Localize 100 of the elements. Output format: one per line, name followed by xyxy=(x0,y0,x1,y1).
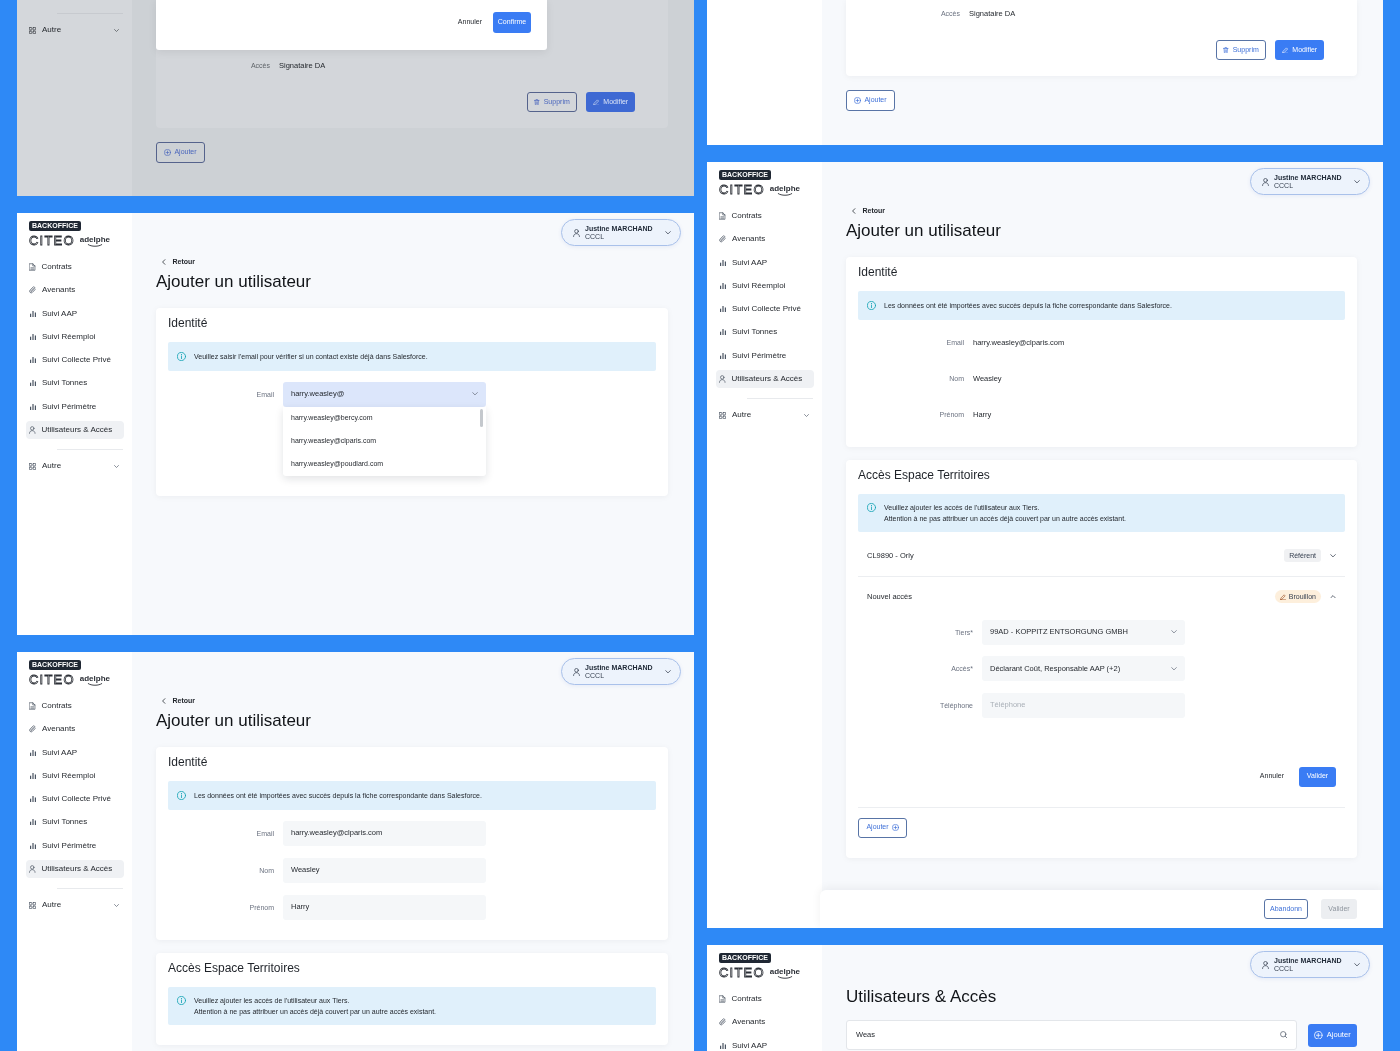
sidebar-item[interactable]: Suivi Collecte Privé xyxy=(26,793,124,806)
bar-chart-icon xyxy=(719,1042,726,1049)
bar-chart-icon xyxy=(29,403,36,410)
bar-chart-icon xyxy=(29,357,36,364)
user-icon xyxy=(29,426,36,435)
bar-chart-icon xyxy=(29,819,36,826)
page-title: Ajouter un utilisateur xyxy=(846,220,1002,241)
chevron-left-icon xyxy=(162,697,166,704)
sidebar-item[interactable]: Avenants xyxy=(26,723,124,736)
sidebar-item[interactable]: Suivi AAP xyxy=(716,1039,814,1051)
plus-circle-icon xyxy=(164,149,172,156)
sidebar-item[interactable]: Suivi AAP xyxy=(716,256,814,269)
user-icon xyxy=(1262,960,1269,969)
sidebar-item[interactable]: Suivi Réemploi xyxy=(716,279,814,292)
sidebar-item[interactable]: Avenants xyxy=(716,1016,814,1029)
brand-logo: CITEO xyxy=(29,673,75,686)
sidebar-item[interactable]: Suivi Collecte Privé xyxy=(716,303,814,316)
chevron-down-icon xyxy=(472,392,478,396)
chevron-down-icon xyxy=(1354,962,1360,967)
user-icon xyxy=(1262,177,1269,186)
sidebar-item[interactable]: Suivi Tonnes xyxy=(26,377,124,390)
section-title: Identité xyxy=(168,315,209,330)
sidebar-item[interactable]: Contrats xyxy=(716,210,814,222)
partner-logo: adelphe xyxy=(769,966,800,979)
info-icon xyxy=(177,995,186,1005)
bar-chart-icon xyxy=(29,842,36,849)
user-icon xyxy=(719,375,726,384)
sidebar-item[interactable]: Suivi Périmètre xyxy=(26,400,124,413)
plus-circle-icon xyxy=(854,97,862,104)
partner-logo: adelphe xyxy=(769,183,800,196)
document-icon xyxy=(29,263,36,271)
sidebar-item[interactable]: Contrats xyxy=(26,700,124,712)
info-icon xyxy=(177,790,186,800)
grid-icon xyxy=(29,462,36,470)
chevron-down-icon xyxy=(1354,179,1360,184)
sidebar-item[interactable]: Autre xyxy=(26,899,124,912)
document-icon xyxy=(719,995,726,1003)
info-icon xyxy=(867,502,876,512)
bar-chart-icon xyxy=(29,749,36,756)
info-icon xyxy=(867,300,876,310)
sidebar-item[interactable]: Autre xyxy=(26,24,124,36)
paperclip-icon xyxy=(29,286,36,295)
partner-logo: adelphe xyxy=(79,234,110,247)
paperclip-icon xyxy=(719,1018,726,1027)
sidebar-item[interactable]: Suivi Tonnes xyxy=(716,326,814,339)
paperclip-icon xyxy=(719,235,726,244)
plus-circle-icon xyxy=(891,824,899,831)
brand-logo: CITEO xyxy=(719,966,765,979)
user-icon xyxy=(573,667,580,676)
grid-icon xyxy=(29,26,36,34)
sidebar-item[interactable]: Autre xyxy=(26,460,124,473)
trash-icon xyxy=(534,98,540,106)
sidebar-item[interactable]: Suivi Tonnes xyxy=(26,816,124,829)
grid-icon xyxy=(719,411,726,419)
chevron-down-icon xyxy=(665,230,671,235)
user-icon xyxy=(29,865,36,874)
sidebar-item[interactable]: Suivi Collecte Privé xyxy=(26,354,124,367)
sidebar-item[interactable]: Utilisateurs & Accès xyxy=(716,370,814,389)
sidebar-item[interactable]: Avenants xyxy=(26,284,124,297)
search-icon xyxy=(1279,1031,1287,1039)
bar-chart-icon xyxy=(29,796,36,803)
page-title: Utilisateurs & Accès xyxy=(846,987,998,1007)
sidebar-item[interactable]: Suivi AAP xyxy=(26,746,124,759)
sidebar-item[interactable]: Contrats xyxy=(716,993,814,1005)
bar-chart-icon xyxy=(29,772,36,779)
bar-chart-icon xyxy=(29,380,36,387)
sidebar-item[interactable]: Suivi Réemploi xyxy=(26,769,124,782)
section-title: Identité xyxy=(168,754,209,769)
user-icon xyxy=(573,228,580,237)
chevron-down-icon xyxy=(1171,630,1177,634)
scrollbar-thumb[interactable] xyxy=(480,408,483,427)
bar-chart-icon xyxy=(29,333,36,340)
sidebar-item[interactable]: Autre xyxy=(716,409,814,422)
trash-icon xyxy=(1223,46,1229,54)
sidebar-item[interactable]: Suivi Périmètre xyxy=(26,839,124,852)
pencil-icon xyxy=(1279,593,1286,600)
sidebar-item[interactable]: Utilisateurs & Accès xyxy=(26,860,124,879)
paperclip-icon xyxy=(29,725,36,734)
page-title: Ajouter un utilisateur xyxy=(156,271,312,292)
chevron-left-icon xyxy=(852,207,856,214)
sidebar-item[interactable]: Utilisateurs & Accès xyxy=(26,421,124,440)
grid-icon xyxy=(29,901,36,909)
sidebar-item[interactable]: Contrats xyxy=(26,261,124,273)
page-title: Ajouter un utilisateur xyxy=(156,710,312,731)
sidebar-item[interactable]: Suivi Réemploi xyxy=(26,330,124,343)
sidebar-item[interactable]: Suivi AAP xyxy=(26,307,124,320)
plus-circle-icon xyxy=(1314,1030,1323,1040)
sidebar-item[interactable]: Avenants xyxy=(716,233,814,246)
brand-logo: CITEO xyxy=(29,234,75,247)
pencil-icon xyxy=(1281,46,1289,54)
chevron-left-icon xyxy=(162,258,166,265)
document-icon xyxy=(29,702,36,710)
bar-chart-icon xyxy=(719,259,726,266)
sidebar-item[interactable]: Suivi Périmètre xyxy=(716,349,814,362)
brand-logo: CITEO xyxy=(719,183,765,196)
section-title: Accès Espace Territoires xyxy=(858,467,991,482)
bar-chart-icon xyxy=(719,329,726,336)
bar-chart-icon xyxy=(719,306,726,313)
bar-chart-icon xyxy=(719,352,726,359)
section-title: Identité xyxy=(858,264,899,279)
